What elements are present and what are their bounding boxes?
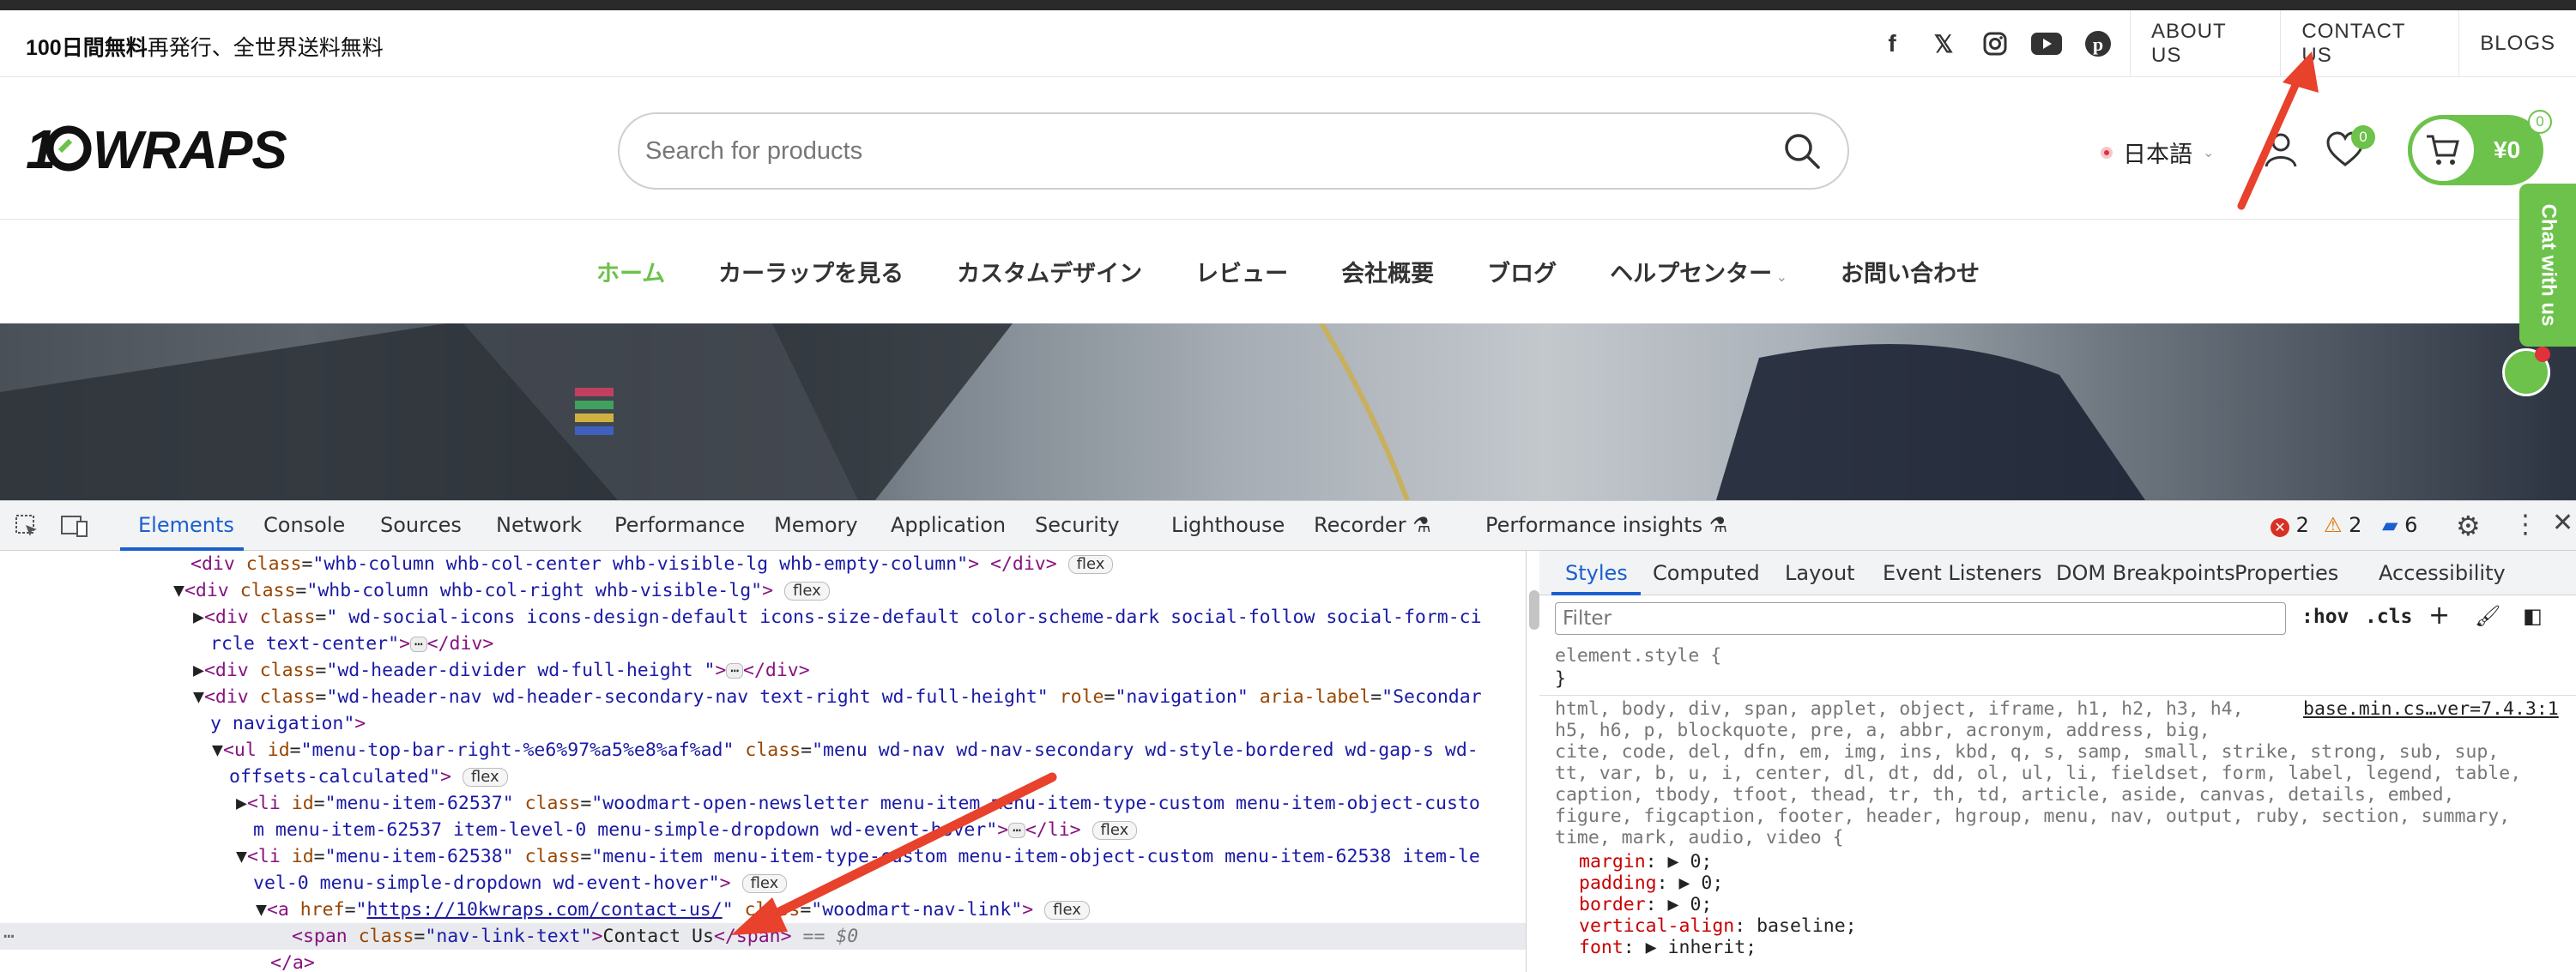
annotation-arrow-devtools (731, 772, 1057, 935)
annotation-arrows (731, 51, 2319, 935)
annotation-arrow-top (2237, 51, 2319, 210)
